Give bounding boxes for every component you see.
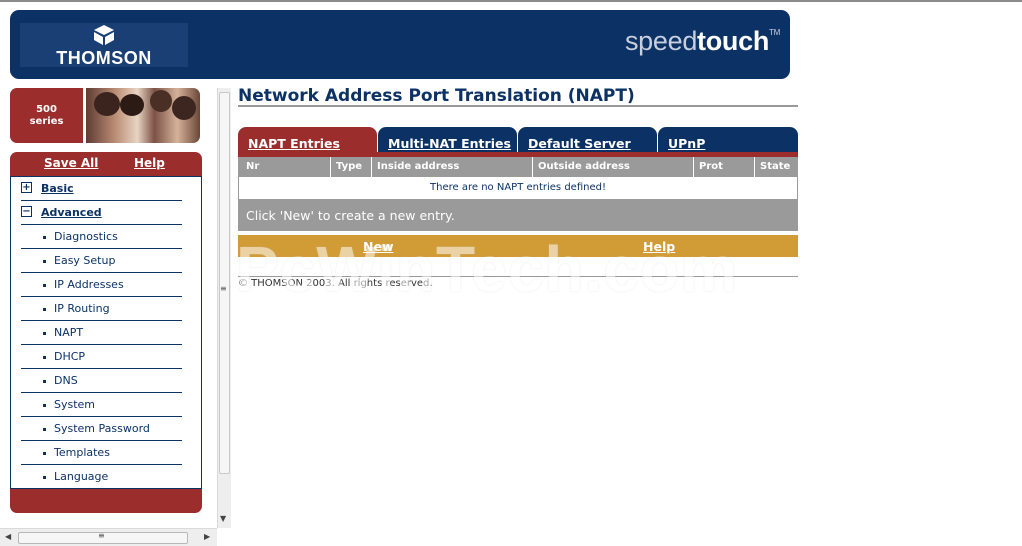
thomson-logo: THOMSON bbox=[20, 23, 188, 68]
series-badge: 500 series bbox=[10, 88, 83, 143]
sidebar-item-label[interactable]: Templates bbox=[54, 446, 110, 459]
new-entry-link[interactable]: New bbox=[363, 239, 394, 254]
bullet-icon bbox=[43, 380, 46, 383]
column-header-outside-address: Outside address bbox=[538, 161, 630, 172]
table-empty-message: There are no NAPT entries defined! bbox=[238, 177, 798, 199]
sidebar-item-ip-routing[interactable]: IP Routing bbox=[21, 297, 182, 321]
page-title: Network Address Port Translation (NAPT) bbox=[238, 86, 635, 106]
sidebar-item-dhcp[interactable]: DHCP bbox=[21, 345, 182, 369]
photo-face-1 bbox=[94, 92, 120, 116]
column-header-type: Type bbox=[336, 161, 363, 172]
sidebar-header: Save All Help bbox=[10, 152, 202, 176]
column-divider bbox=[754, 157, 755, 177]
column-divider bbox=[371, 157, 372, 177]
tab-label[interactable]: NAPT Entries bbox=[248, 136, 340, 151]
photo-face-3 bbox=[150, 90, 172, 112]
title-divider bbox=[238, 105, 798, 107]
expand-icon[interactable]: + bbox=[21, 182, 32, 193]
sidebar-item-label[interactable]: Language bbox=[54, 470, 108, 483]
speedtouch-brand: speedtouchTM bbox=[625, 26, 780, 57]
tab-multi-nat-entries[interactable]: Multi-NAT Entries bbox=[378, 127, 517, 153]
column-header-state: State bbox=[760, 161, 791, 172]
series-label: series bbox=[29, 116, 64, 127]
sidebar-item-easy-setup[interactable]: Easy Setup bbox=[21, 249, 182, 273]
bullet-icon bbox=[43, 476, 46, 479]
sidebar-item-label[interactable]: DNS bbox=[54, 374, 78, 387]
sidebar-item-diagnostics[interactable]: Diagnostics bbox=[21, 225, 182, 249]
thomson-logo-icon bbox=[94, 25, 114, 45]
brand-trademark: TM bbox=[769, 28, 780, 37]
sidebar-nav: + Basic − Advanced Diagnostics Easy Setu… bbox=[10, 176, 202, 489]
sidebar-item-label[interactable]: Advanced bbox=[41, 206, 102, 219]
tab-napt-entries[interactable]: NAPT Entries bbox=[238, 127, 377, 153]
table-header: Nr Type Inside address Outside address P… bbox=[238, 157, 798, 177]
photo-face-2 bbox=[120, 94, 144, 116]
series-number: 500 bbox=[36, 104, 57, 115]
logo-text: THOMSON bbox=[56, 48, 152, 68]
bullet-icon bbox=[43, 428, 46, 431]
footer-divider bbox=[238, 276, 798, 277]
brand-light-text: speed bbox=[624, 26, 698, 56]
tab-upnp[interactable]: UPnP bbox=[658, 127, 798, 153]
router-admin-page: THOMSON speedtouchTM 500 series Save All… bbox=[0, 0, 1022, 546]
scroll-right-icon[interactable]: ▶ bbox=[204, 532, 210, 541]
scroll-grip-icon: ≡ bbox=[98, 531, 105, 540]
tab-default-server[interactable]: Default Server bbox=[518, 127, 657, 153]
copyright-text: © THOMSON 2003. All rights reserved. bbox=[238, 278, 433, 289]
sidebar-item-label[interactable]: System bbox=[54, 398, 95, 411]
sidebar-item-label[interactable]: DHCP bbox=[54, 350, 85, 363]
scroll-down-icon[interactable]: ▼ bbox=[220, 514, 226, 523]
column-header-nr: Nr bbox=[246, 161, 260, 172]
column-divider bbox=[693, 157, 694, 177]
sidebar-item-label[interactable]: Diagnostics bbox=[54, 230, 118, 243]
scroll-thumb[interactable] bbox=[219, 92, 230, 474]
brand-bold-text: touch bbox=[697, 26, 770, 56]
bullet-icon bbox=[43, 332, 46, 335]
sidebar-vertical-scrollbar[interactable]: ≡ ▼ bbox=[217, 88, 231, 528]
tab-label[interactable]: Default Server bbox=[528, 136, 631, 151]
sidebar-footer bbox=[10, 489, 202, 513]
bullet-icon bbox=[43, 404, 46, 407]
window-top-border bbox=[0, 0, 1022, 2]
header-banner: THOMSON speedtouchTM bbox=[10, 10, 790, 79]
action-bar: New Help bbox=[238, 235, 798, 257]
sidebar-item-advanced[interactable]: − Advanced bbox=[21, 201, 182, 225]
sidebar-item-label[interactable]: System Password bbox=[54, 422, 150, 435]
hint-text: Click 'New' to create a new entry. bbox=[238, 199, 798, 231]
bullet-icon bbox=[43, 356, 46, 359]
sidebar-item-dns[interactable]: DNS bbox=[21, 369, 182, 393]
photo-face-4 bbox=[172, 96, 196, 120]
help-link[interactable]: Help bbox=[643, 239, 675, 254]
bullet-icon bbox=[43, 260, 46, 263]
sidebar-horizontal-scrollbar[interactable]: ◀ ≡ ▶ bbox=[0, 528, 217, 546]
bullet-icon bbox=[43, 452, 46, 455]
column-divider bbox=[532, 157, 533, 177]
sidebar-item-language[interactable]: Language bbox=[21, 465, 182, 489]
sidebar-item-label[interactable]: Basic bbox=[41, 182, 74, 195]
sidebar-help-link[interactable]: Help bbox=[134, 156, 165, 170]
column-divider bbox=[330, 157, 331, 177]
sidebar-item-ip-addresses[interactable]: IP Addresses bbox=[21, 273, 182, 297]
sidebar-item-label[interactable]: IP Addresses bbox=[54, 278, 124, 291]
sidebar-item-system[interactable]: System bbox=[21, 393, 182, 417]
save-all-link[interactable]: Save All bbox=[44, 156, 98, 170]
tab-label[interactable]: Multi-NAT Entries bbox=[388, 136, 511, 151]
sidebar-item-system-password[interactable]: System Password bbox=[21, 417, 182, 441]
bullet-icon bbox=[43, 308, 46, 311]
bullet-icon bbox=[43, 284, 46, 287]
people-photo bbox=[86, 88, 200, 143]
sidebar-item-basic[interactable]: + Basic bbox=[21, 177, 182, 201]
sidebar-item-napt[interactable]: NAPT bbox=[21, 321, 182, 345]
collapse-icon[interactable]: − bbox=[21, 206, 32, 217]
tab-label[interactable]: UPnP bbox=[668, 136, 705, 151]
sidebar-item-label[interactable]: Easy Setup bbox=[54, 254, 115, 267]
column-header-inside-address: Inside address bbox=[377, 161, 460, 172]
sidebar-item-templates[interactable]: Templates bbox=[21, 441, 182, 465]
sidebar-item-label[interactable]: NAPT bbox=[54, 326, 83, 339]
scroll-left-icon[interactable]: ◀ bbox=[5, 532, 11, 541]
column-header-prot: Prot bbox=[699, 161, 723, 172]
scroll-grip-icon: ≡ bbox=[220, 284, 227, 293]
bullet-icon bbox=[43, 236, 46, 239]
sidebar-item-label[interactable]: IP Routing bbox=[54, 302, 110, 315]
